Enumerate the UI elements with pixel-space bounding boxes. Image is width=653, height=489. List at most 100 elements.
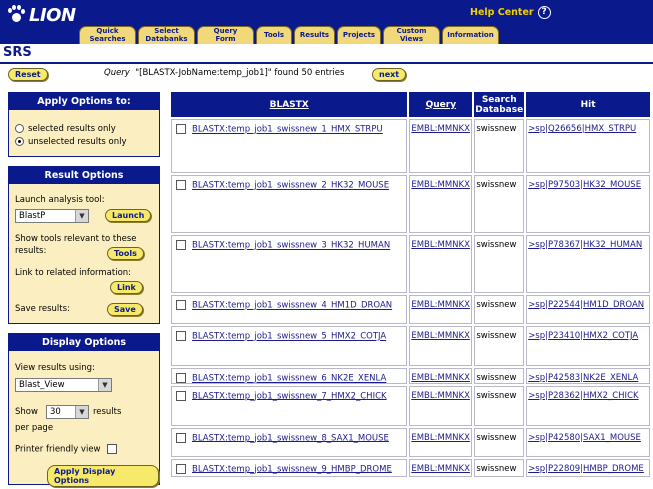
blastx-entry-link[interactable]: BLASTX:temp_job1_swissnew_3_HK32_HUMAN bbox=[192, 241, 390, 251]
hit-cell: >sp|P22809|HMBP_DROME bbox=[524, 456, 652, 479]
query-link[interactable]: EMBL:MMNKX bbox=[411, 331, 470, 341]
row-select-checkbox[interactable] bbox=[176, 331, 186, 341]
query-link[interactable]: EMBL:MMNKX bbox=[411, 240, 470, 250]
query-cell: EMBL:MMNKX bbox=[407, 293, 475, 326]
link-button[interactable]: Link bbox=[110, 281, 143, 294]
chevron-down-icon: ▼ bbox=[98, 379, 111, 391]
database-cell: swissnew bbox=[472, 425, 527, 459]
table-row: BLASTX:temp_job1_swissnew_3_HK32_HUMAN EM… bbox=[168, 233, 652, 295]
table-row: BLASTX:temp_job1_swissnew_2_HK32_MOUSE EM… bbox=[168, 173, 652, 235]
hit-link[interactable]: >sp|P97503|HK32_MOUSE bbox=[528, 180, 641, 190]
apply-display-options-button[interactable]: Apply Display Options bbox=[47, 465, 159, 487]
row-select-checkbox[interactable] bbox=[176, 463, 186, 474]
row-select-checkbox[interactable] bbox=[176, 300, 186, 310]
table-row: BLASTX:temp_job1_swissnew_6_NK2E_XENLA EM… bbox=[168, 366, 652, 386]
hit-cell: >sp|P78367|HK32_HUMAN bbox=[524, 233, 652, 295]
query-link[interactable]: EMBL:MMNKX bbox=[411, 373, 470, 383]
save-button[interactable]: Save bbox=[107, 303, 143, 316]
blastx-cell: BLASTX:temp_job1_swissnew_1_HMX_STRPU bbox=[168, 117, 410, 175]
query-cell: EMBL:MMNKX bbox=[407, 324, 475, 368]
hit-link[interactable]: >sp|P23410|HMX2_COTJA bbox=[528, 331, 638, 341]
tab-query-form[interactable]: Query Form bbox=[197, 26, 254, 44]
blastx-entry-link[interactable]: BLASTX:temp_job1_swissnew_5_HMX2_COTJA bbox=[192, 332, 386, 342]
blastx-entry-link[interactable]: BLASTX:temp_job1_swissnew_8_SAX1_MOUSE bbox=[192, 433, 389, 443]
launch-row: BlastP ▼ Launch bbox=[15, 209, 153, 223]
launch-button[interactable]: Launch bbox=[105, 209, 152, 222]
row-select-checkbox[interactable] bbox=[176, 124, 186, 134]
blastx-entry-link[interactable]: BLASTX:temp_job1_swissnew_6_NK2E_XENLA bbox=[192, 374, 386, 384]
help-center-link[interactable]: Help Center ? bbox=[470, 6, 551, 19]
blastx-cell: BLASTX:temp_job1_swissnew_8_SAX1_MOUSE bbox=[168, 425, 410, 459]
tools-button[interactable]: Tools bbox=[107, 247, 144, 260]
blastx-entry-link[interactable]: BLASTX:temp_job1_swissnew_7_HMX2_CHICK bbox=[192, 391, 387, 401]
row-select-checkbox[interactable] bbox=[176, 432, 186, 443]
query-link[interactable]: EMBL:MMNKX bbox=[411, 180, 470, 190]
view-select[interactable]: Blast_View ▼ bbox=[15, 378, 112, 392]
title-divider bbox=[0, 62, 653, 64]
result-options-title: Result Options bbox=[9, 167, 159, 184]
database-cell: swissnew bbox=[472, 456, 527, 479]
row-select-checkbox[interactable] bbox=[176, 373, 186, 383]
blastx-entry-link[interactable]: BLASTX:temp_job1_swissnew_2_HK32_MOUSE bbox=[192, 181, 389, 191]
column-blastx[interactable]: BLASTX bbox=[168, 90, 410, 119]
hit-link[interactable]: >sp|P42580|SAX1_MOUSE bbox=[528, 433, 641, 443]
hit-link[interactable]: >sp|P22809|HMBP_DROME bbox=[528, 464, 644, 474]
row-select-checkbox[interactable] bbox=[176, 180, 186, 190]
blastx-cell: BLASTX:temp_job1_swissnew_3_HK32_HUMAN bbox=[168, 233, 410, 295]
tab-custom-views[interactable]: Custom Views bbox=[383, 26, 440, 44]
row-select-checkbox[interactable] bbox=[176, 240, 186, 250]
tool-select[interactable]: BlastP ▼ bbox=[15, 209, 89, 223]
hit-cell: >sp|P23410|HMX2_COTJA bbox=[524, 324, 652, 368]
hit-link[interactable]: >sp|P78367|HK32_HUMAN bbox=[528, 240, 642, 250]
tab-quick-searches[interactable]: Quick Searches bbox=[79, 26, 136, 44]
query-link[interactable]: EMBL:MMNKX bbox=[411, 124, 470, 134]
display-options-panel: Display Options View results using: Blas… bbox=[8, 333, 160, 487]
row-select-checkbox[interactable] bbox=[176, 390, 186, 401]
next-button[interactable]: next bbox=[372, 68, 407, 81]
apply-options-title: Apply Options to: bbox=[9, 93, 159, 110]
view-results-label: View results using: bbox=[15, 363, 95, 373]
database-cell: swissnew bbox=[472, 233, 527, 295]
blastx-entry-link[interactable]: BLASTX:temp_job1_swissnew_9_HMBP_DROME bbox=[192, 464, 392, 474]
link-label: Link to related information: bbox=[15, 268, 132, 278]
query-link[interactable]: EMBL:MMNKX bbox=[411, 433, 470, 443]
tab-tools[interactable]: Tools bbox=[256, 26, 292, 44]
hit-cell: >sp|Q26656|HMX_STRPU bbox=[524, 117, 652, 175]
database-cell: swissnew bbox=[472, 293, 527, 326]
tab-select-databanks[interactable]: Select Databanks bbox=[138, 26, 195, 44]
column-search-database: Search Database bbox=[472, 90, 527, 119]
view-row: Blast_View ▼ bbox=[15, 378, 112, 392]
printer-friendly-checkbox[interactable] bbox=[107, 444, 118, 454]
hit-cell: >sp|P42583|NK2E_XENLA bbox=[524, 366, 652, 386]
tab-projects[interactable]: Projects bbox=[337, 26, 381, 44]
option-selected-only[interactable]: selected results only bbox=[15, 124, 116, 134]
tab-results[interactable]: Results bbox=[294, 26, 335, 44]
tab-information[interactable]: Information bbox=[442, 26, 499, 44]
table-row: BLASTX:temp_job1_swissnew_1_HMX_STRPU EMB… bbox=[168, 117, 652, 175]
query-link[interactable]: EMBL:MMNKX bbox=[411, 300, 470, 310]
radio-selected[interactable] bbox=[15, 124, 24, 133]
hit-link[interactable]: >sp|P22544|HM1D_DROAN bbox=[528, 300, 644, 310]
column-hit: Hit bbox=[524, 90, 652, 119]
logo-text: LION bbox=[29, 4, 76, 26]
result-options-panel: Result Options Launch analysis tool: Bla… bbox=[8, 166, 160, 324]
hit-link[interactable]: >sp|P28362|HMX2_CHICK bbox=[528, 391, 638, 401]
column-query[interactable]: Query bbox=[407, 90, 475, 119]
query-cell: EMBL:MMNKX bbox=[407, 173, 475, 235]
chevron-down-icon: ▼ bbox=[74, 406, 88, 418]
hit-link[interactable]: >sp|Q26656|HMX_STRPU bbox=[528, 124, 636, 134]
display-options-title: Display Options bbox=[9, 334, 159, 351]
query-link[interactable]: EMBL:MMNKX bbox=[411, 391, 470, 401]
blastx-cell: BLASTX:temp_job1_swissnew_7_HMX2_CHICK bbox=[168, 383, 410, 428]
query-link[interactable]: EMBL:MMNKX bbox=[411, 464, 470, 474]
query-cell: EMBL:MMNKX bbox=[407, 233, 475, 295]
blastx-entry-link[interactable]: BLASTX:temp_job1_swissnew_4_HM1D_DROAN bbox=[192, 301, 392, 311]
radio-unselected[interactable] bbox=[15, 137, 24, 146]
blastx-cell: BLASTX:temp_job1_swissnew_9_HMBP_DROME bbox=[168, 456, 410, 479]
reset-button[interactable]: Reset bbox=[8, 68, 48, 81]
lion-logo[interactable]: LION bbox=[6, 4, 76, 26]
blastx-entry-link[interactable]: BLASTX:temp_job1_swissnew_1_HMX_STRPU bbox=[192, 125, 383, 135]
option-unselected-only[interactable]: unselected results only bbox=[15, 137, 127, 147]
hit-link[interactable]: >sp|P42583|NK2E_XENLA bbox=[528, 373, 638, 383]
page-size-select[interactable]: 30 ▼ bbox=[45, 405, 89, 419]
